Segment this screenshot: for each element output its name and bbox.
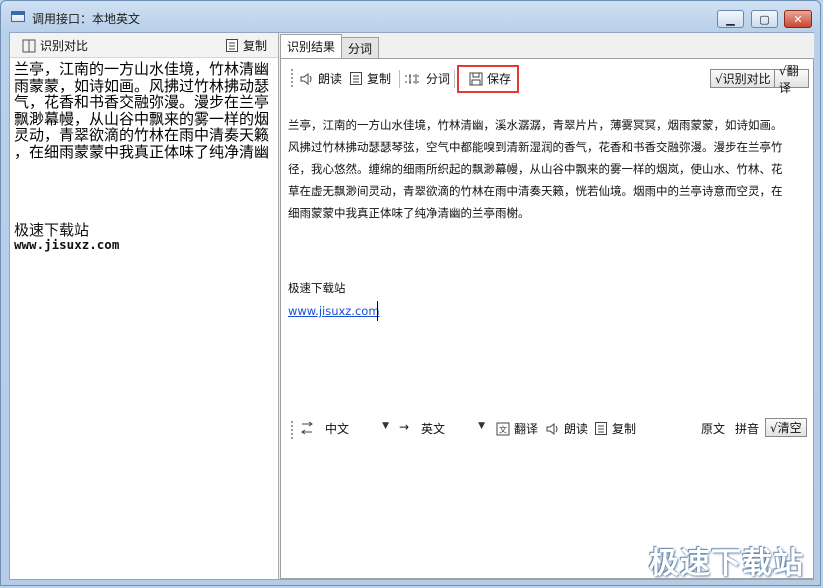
translation-copy-label: 复制 xyxy=(612,422,637,436)
source-text-line: 气，花香和书香交融弥漫。漫步在兰亭 xyxy=(14,93,270,111)
watermark-logo: 极速下载站 xyxy=(649,546,804,581)
source-pane: 识别对比 复制 兰亭，江南的一方山水佳境，竹林清幽 雨蒙蒙，如诗如画。风拂过竹林… xyxy=(10,33,279,579)
result-text-area[interactable]: 兰亭，江南的一方山水佳境，竹林清幽，溪水潺潺，青翠片片，薄雾冥冥，烟雨蒙蒙，如诗… xyxy=(288,114,808,224)
direction-arrow: → xyxy=(399,420,410,434)
result-tabs: 识别结果 分词 xyxy=(280,34,380,59)
segment-icon xyxy=(404,72,422,86)
source-text-area[interactable]: 兰亭，江南的一方山水佳境，竹林清幽 雨蒙蒙，如诗如画。风拂过竹林拂动瑟 气，花香… xyxy=(14,61,276,160)
target-language-select[interactable]: 英文 ▼ xyxy=(417,418,489,438)
source-text-line: 雨蒙蒙，如诗如画。风拂过竹林拂动瑟 xyxy=(14,76,270,95)
text-caret xyxy=(377,301,378,321)
maximize-button[interactable]: ▢ xyxy=(751,10,778,28)
result-text-line: 细雨蒙蒙中我真正体味了纯净清幽的兰亭雨榭。 xyxy=(288,206,530,220)
toolbar-separator xyxy=(454,70,455,88)
recognition-result-panel: 朗读 复制 分词 保存 √识别对比 √翻译 兰亭，江南的一方山水佳境，竹林清幽，… xyxy=(280,58,814,579)
source-toolbar: 识别对比 复制 xyxy=(10,33,278,58)
target-language-value: 英文 xyxy=(421,421,446,436)
save-icon xyxy=(469,72,483,86)
save-button[interactable]: 保存 xyxy=(469,70,511,87)
result-toolbar: 朗读 复制 分词 保存 √识别对比 √翻译 xyxy=(289,64,809,95)
minimize-button[interactable]: ▁ xyxy=(717,10,744,28)
window-title: 调用接口：本地英文 xyxy=(32,12,141,26)
copy-icon xyxy=(594,421,608,436)
result-pane: 识别结果 分词 朗读 复制 分词 保存 √识别对比 √翻译 兰亭，江南的一方山水… xyxy=(280,33,814,579)
speaker-icon xyxy=(545,422,560,436)
app-icon xyxy=(11,11,25,22)
result-text-line: 草在虚无飘渺间灵动，青翠欲滴的竹林在雨中清奏天籁，恍若仙境。烟雨中的兰亭诗意而空… xyxy=(288,184,783,198)
copy-icon xyxy=(349,71,363,86)
source-copy-label: 复制 xyxy=(243,39,268,53)
result-site-link[interactable]: www.jisuxz.com xyxy=(288,304,380,318)
title-bar[interactable]: 调用接口：本地英文 ▁ ▢ ✕ xyxy=(1,1,820,33)
segment-label: 分词 xyxy=(426,72,451,86)
result-text-line: 风拂过竹林拂动瑟瑟琴弦，空气中都能嗅到清新湿润的香气，花香和书香交融弥漫。漫步在… xyxy=(288,140,783,154)
chevron-down-icon: ▼ xyxy=(382,421,389,431)
save-label: 保存 xyxy=(487,72,512,86)
source-text-line: 灵动，青翠欲滴的竹林在雨中清奏天籁 xyxy=(14,126,270,144)
result-site-name: 极速下载站 xyxy=(288,281,346,295)
toolbar-grip[interactable] xyxy=(291,69,293,87)
toolbar-grip[interactable] xyxy=(291,421,293,439)
clear-toggle[interactable]: √清空 xyxy=(765,418,807,437)
chevron-down-icon: ▼ xyxy=(478,421,485,431)
segment-button[interactable]: 分词 xyxy=(404,70,450,87)
tab-segmentation[interactable]: 分词 xyxy=(341,37,380,59)
source-text-line: 兰亭，江南的一方山水佳境，竹林清幽 xyxy=(14,61,270,78)
swap-languages-icon[interactable] xyxy=(299,421,315,435)
pinyin-button[interactable]: 拼音 xyxy=(735,420,759,437)
source-text-line: 飘渺幕幔，从山谷中飘来的雾一样的烟 xyxy=(14,109,270,128)
source-language-value: 中文 xyxy=(325,421,350,436)
result-text-line: 兰亭，江南的一方山水佳境，竹林清幽，溪水潺潺，青翠片片，薄雾冥冥，烟雨蒙蒙，如诗… xyxy=(288,118,783,132)
translation-read-label: 朗读 xyxy=(564,422,589,436)
copy-button[interactable]: 复制 xyxy=(349,70,391,87)
read-label: 朗读 xyxy=(318,72,343,86)
translate-button[interactable]: 文 翻译 xyxy=(496,420,538,437)
translate-toggle[interactable]: √翻译 xyxy=(774,64,809,95)
source-text-line: ，在细雨蒙蒙中我真正体味了纯净清幽 xyxy=(14,142,270,160)
toolbar-separator xyxy=(399,70,400,88)
minimize-icon: ▁ xyxy=(726,12,735,26)
source-compare-label: 识别对比 xyxy=(40,39,89,53)
translation-toolbar: 中文 ▼ → 英文 ▼ 文 翻译 朗读 复制 原文 拼音 √清空 xyxy=(289,417,809,441)
copy-label: 复制 xyxy=(367,72,392,86)
tab-recognition-result[interactable]: 识别结果 xyxy=(280,34,343,58)
copy-icon xyxy=(225,38,239,53)
maximize-icon: ▢ xyxy=(759,12,770,26)
compare-toggle[interactable]: √识别对比 xyxy=(710,69,776,88)
result-text-line: 径，我心悠然。缠绵的细雨所织起的飘渺幕幔，从山谷中飘来的雾一样的烟岚，使山水、竹… xyxy=(288,162,783,176)
read-button[interactable]: 朗读 xyxy=(299,70,342,87)
client-area: 识别对比 复制 兰亭，江南的一方山水佳境，竹林清幽 雨蒙蒙，如诗如画。风拂过竹林… xyxy=(9,32,814,580)
svg-text:文: 文 xyxy=(499,424,507,434)
speaker-icon xyxy=(299,72,314,86)
source-language-select[interactable]: 中文 ▼ xyxy=(321,418,393,438)
close-icon: ✕ xyxy=(793,12,803,26)
close-button[interactable]: ✕ xyxy=(784,10,812,28)
translation-read-button[interactable]: 朗读 xyxy=(545,420,588,437)
translate-icon: 文 xyxy=(496,422,510,436)
app-window: 调用接口：本地英文 ▁ ▢ ✕ 识别对比 复制 兰亭，江南的一方山水佳境，竹林清… xyxy=(0,0,821,586)
source-copy-button[interactable]: 复制 xyxy=(225,37,267,54)
compare-icon xyxy=(22,39,36,53)
source-site-url: www.jisuxz.com xyxy=(14,237,120,252)
source-compare-button[interactable]: 识别对比 xyxy=(22,37,88,54)
translation-copy-button[interactable]: 复制 xyxy=(594,420,636,437)
original-text-button[interactable]: 原文 xyxy=(701,420,725,437)
translate-label: 翻译 xyxy=(514,422,539,436)
